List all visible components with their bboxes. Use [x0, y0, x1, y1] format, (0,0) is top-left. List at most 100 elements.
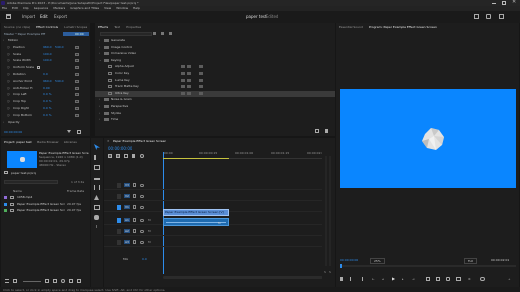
timeline-clip-video[interactable]: Paper Example Effect Green Screen [V]	[163, 209, 229, 216]
linked-select-icon[interactable]	[124, 154, 128, 158]
chevron-right-icon[interactable]: ›	[99, 38, 100, 42]
lock-icon[interactable]	[133, 183, 136, 187]
eye-icon[interactable]	[140, 206, 144, 209]
effects-tree-item[interactable]: › Perspective	[95, 104, 335, 110]
lock-icon[interactable]	[133, 205, 136, 209]
lock-icon[interactable]	[133, 240, 136, 244]
effects-tree-item[interactable]: › Noise & Grain	[95, 97, 335, 103]
tab-text[interactable]: Text	[114, 25, 120, 29]
mute-button-icon[interactable]: M	[148, 229, 151, 233]
sort-icon[interactable]	[45, 279, 49, 283]
effect-property-row[interactable]: ◷ Scale Width 100.0	[1, 58, 90, 64]
delete-icon[interactable]	[325, 129, 328, 133]
hand-tool-icon[interactable]	[94, 215, 99, 220]
chevron-right-icon[interactable]: ›	[99, 97, 100, 101]
effects-tree-item[interactable]: › Immersive Video	[95, 51, 335, 57]
stopwatch-icon[interactable]: ◷	[7, 79, 10, 83]
keyframe-toggle-icon[interactable]	[75, 86, 79, 90]
effect-property-row[interactable]: › Opacity	[1, 120, 90, 126]
property-value[interactable]: 100.0	[43, 58, 52, 62]
effect-property-row[interactable]: ◷ Position 960.0 540.0	[1, 45, 90, 51]
automate-icon[interactable]	[53, 279, 57, 283]
keyframe-toggle-icon[interactable]	[75, 107, 79, 110]
source-patch-toggle[interactable]	[117, 194, 121, 199]
track-select-icon[interactable]	[94, 155, 100, 160]
minimize-icon[interactable]	[492, 3, 496, 4]
keyframe-toggle-icon[interactable]	[75, 79, 79, 83]
filter-icon[interactable]	[67, 130, 71, 134]
tab-effects[interactable]: Effects	[98, 25, 108, 29]
stopwatch-icon[interactable]: ◷	[7, 72, 10, 76]
tab-sequence[interactable]: Paper Example Effect Green Screen	[113, 139, 166, 143]
chevron-right-icon[interactable]: ›	[99, 104, 100, 108]
add-marker-icon[interactable]	[340, 277, 343, 281]
keyframe-toggle-icon[interactable]	[75, 52, 79, 56]
effect-property-row[interactable]: › Motion	[1, 38, 90, 44]
effects-search-input[interactable]	[100, 32, 152, 36]
play-icon[interactable]: ▶	[392, 277, 395, 281]
tab-edit[interactable]: Edit	[40, 14, 48, 19]
list-item[interactable]: 1058.mp4	[1, 195, 90, 201]
property-value[interactable]: 0.00	[43, 86, 50, 90]
add-marker-timeline-icon[interactable]	[132, 154, 135, 158]
program-timecode[interactable]: 00:00:00:00	[340, 258, 358, 262]
lock-icon[interactable]	[133, 194, 136, 198]
32bit-effects-icon[interactable]	[161, 32, 164, 35]
accelerated-effects-icon[interactable]	[153, 32, 156, 35]
source-patch-toggle[interactable]	[117, 229, 121, 234]
label-color-swatch[interactable]	[4, 196, 7, 199]
list-item[interactable]: Paper Example Effect Green Scre... 29.97 …	[1, 208, 90, 214]
tab-effect-controls[interactable]: Effect Controls	[36, 25, 58, 29]
column-frame-rate[interactable]: Frame Rate	[67, 189, 84, 193]
list-item[interactable]: Paper Example Effect Green Scre... 29.97 …	[1, 202, 90, 208]
uniform-scale-checkbox[interactable]	[37, 66, 40, 70]
eye-icon[interactable]	[140, 195, 144, 198]
new-bin-icon[interactable]	[315, 129, 319, 133]
stopwatch-icon[interactable]: ◷	[7, 92, 10, 96]
property-value[interactable]: 960.0	[43, 45, 52, 49]
effect-property-row[interactable]: ◷ Uniform Scale	[1, 65, 90, 71]
chevron-right-icon[interactable]: ›	[99, 117, 100, 121]
solo-left-icon[interactable]: S	[324, 270, 326, 274]
close-icon[interactable]: ✕	[512, 0, 516, 4]
property-value[interactable]: 0.0 %	[43, 99, 52, 103]
track-name[interactable]: A2	[124, 229, 130, 233]
effect-property-row[interactable]: ◷ Rotation 0.0	[1, 72, 90, 78]
keyframe-toggle-icon[interactable]	[75, 59, 79, 63]
effects-tree-item[interactable]: ⌄ Keying	[95, 58, 335, 64]
fullscreen-icon[interactable]	[499, 14, 504, 19]
keyframe-toggle-icon[interactable]	[75, 73, 79, 76]
source-selector[interactable]: Master * Paper Example Eff	[4, 32, 56, 36]
timeline-timecode[interactable]: 00:00:00:00	[108, 146, 132, 151]
tab-properties[interactable]: Properties	[126, 25, 141, 29]
mute-button-icon[interactable]: M	[148, 240, 151, 244]
effects-tree-item[interactable]: Luma Key	[95, 78, 335, 84]
track-name[interactable]: A3	[124, 240, 130, 244]
mix-value[interactable]: 0.0	[142, 257, 147, 261]
tab-import[interactable]: Import	[22, 14, 35, 19]
tab-media-browser[interactable]: Media Browser	[37, 140, 59, 144]
keyframe-toggle-icon[interactable]	[75, 113, 79, 117]
workspaces-icon[interactable]	[474, 14, 479, 19]
chevron-right-icon[interactable]: ›	[99, 111, 100, 115]
stopwatch-icon[interactable]: ◷	[7, 106, 10, 110]
step-back-icon[interactable]: ◂	[382, 277, 384, 281]
property-value-y[interactable]: 540.0	[55, 45, 64, 49]
mute-icon[interactable]	[140, 219, 144, 222]
zoom-select[interactable]: 25%	[370, 258, 385, 264]
label-color-swatch[interactable]	[4, 209, 7, 212]
effect-property-row[interactable]: ◷ Crop Left 0.0 %	[1, 92, 90, 98]
export-frame-monitor-icon[interactable]	[446, 277, 450, 281]
mute-button-icon[interactable]: M	[148, 218, 151, 222]
mark-in-icon[interactable]	[350, 277, 353, 281]
source-patch-toggle[interactable]	[117, 240, 121, 245]
nest-icon[interactable]	[108, 154, 112, 158]
timeline-settings-icon[interactable]	[140, 154, 144, 158]
tab-source[interactable]: Source: (no clips)	[4, 25, 30, 29]
stopwatch-icon[interactable]: ◷	[7, 86, 10, 90]
snap-icon[interactable]	[116, 154, 120, 158]
keyframe-toggle-icon[interactable]	[75, 45, 79, 49]
lock-icon[interactable]	[133, 218, 136, 222]
mute-icon[interactable]	[140, 241, 144, 244]
program-playhead-bar[interactable]	[340, 264, 516, 268]
